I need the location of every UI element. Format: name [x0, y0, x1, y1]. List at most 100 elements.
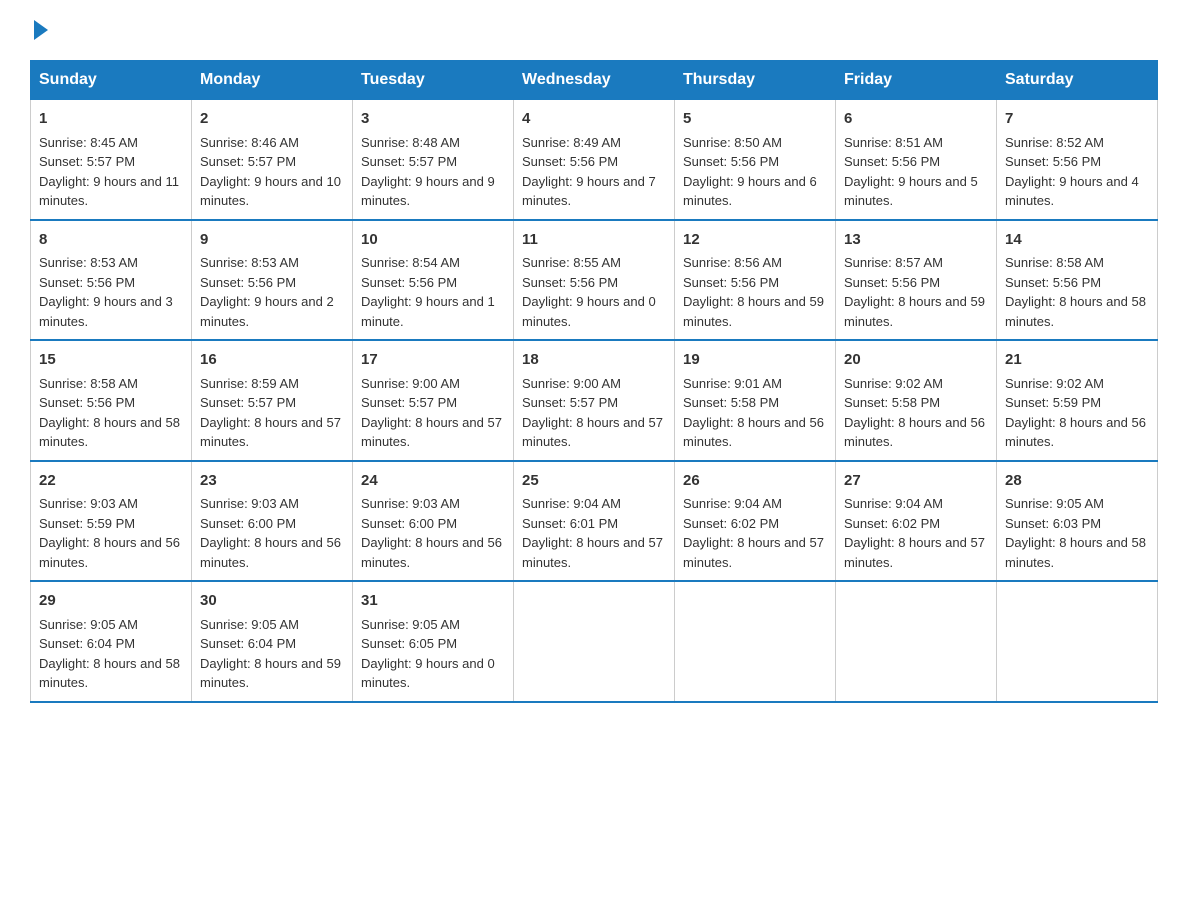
day-sunrise: Sunrise: 9:00 AM	[361, 376, 460, 391]
day-sunrise: Sunrise: 8:45 AM	[39, 135, 138, 150]
day-daylight: Daylight: 9 hours and 7 minutes.	[522, 174, 656, 209]
calendar-day-cell: 4Sunrise: 8:49 AMSunset: 5:56 PMDaylight…	[514, 100, 675, 220]
day-sunrise: Sunrise: 8:49 AM	[522, 135, 621, 150]
calendar-day-cell: 1Sunrise: 8:45 AMSunset: 5:57 PMDaylight…	[31, 100, 192, 220]
day-sunset: Sunset: 5:56 PM	[361, 275, 457, 290]
day-daylight: Daylight: 9 hours and 5 minutes.	[844, 174, 978, 209]
calendar-week-row: 29Sunrise: 9:05 AMSunset: 6:04 PMDayligh…	[31, 581, 1158, 702]
day-number: 16	[200, 349, 344, 372]
day-daylight: Daylight: 9 hours and 0 minutes.	[522, 294, 656, 329]
calendar-day-cell: 28 Sunrise: 9:05 AM Sunset: 6:03 PM Dayligh…	[997, 461, 1158, 582]
calendar-week-row: 22Sunrise: 9:03 AMSunset: 5:59 PMDayligh…	[31, 461, 1158, 582]
day-daylight: Daylight: 8 hours and 57 minutes.	[200, 415, 341, 450]
calendar-table: SundayMondayTuesdayWednesdayThursdayFrid…	[30, 60, 1158, 703]
day-sunset: Sunset: 5:56 PM	[39, 275, 135, 290]
calendar-day-cell	[514, 581, 675, 702]
day-number: 2	[200, 108, 344, 131]
day-sunrise: Sunrise: 9:05 AM	[361, 617, 460, 632]
day-sunrise: Sunrise: 8:58 AM	[39, 376, 138, 391]
day-number: 31	[361, 590, 505, 613]
day-sunrise: Sunrise: 8:57 AM	[844, 255, 943, 270]
day-sunrise: Sunrise: 9:04 AM	[844, 496, 943, 511]
day-sunrise: Sunrise: 8:48 AM	[361, 135, 460, 150]
calendar-day-cell: 18Sunrise: 9:00 AMSunset: 5:57 PMDayligh…	[514, 340, 675, 461]
calendar-day-header-tuesday: Tuesday	[353, 61, 514, 100]
day-daylight: Daylight: 9 hours and 9 minutes.	[361, 174, 495, 209]
day-sunrise: Sunrise: 8:55 AM	[522, 255, 621, 270]
day-daylight: Daylight: 9 hours and 0 minutes.	[361, 656, 495, 691]
calendar-day-cell: 31 Sunrise: 9:05 AM Sunset: 6:05 PM Dayligh…	[353, 581, 514, 702]
calendar-day-header-monday: Monday	[192, 61, 353, 100]
day-number: 18	[522, 349, 666, 372]
day-number: 25	[522, 470, 666, 493]
day-daylight: Daylight: 8 hours and 56 minutes.	[1005, 415, 1146, 450]
day-number: 21	[1005, 349, 1149, 372]
day-daylight: Daylight: 8 hours and 57 minutes.	[683, 535, 824, 570]
calendar-day-cell: 29Sunrise: 9:05 AMSunset: 6:04 PMDayligh…	[31, 581, 192, 702]
day-number: 12	[683, 229, 827, 252]
day-daylight: Daylight: 8 hours and 59 minutes.	[200, 656, 341, 691]
day-sunrise: Sunrise: 9:01 AM	[683, 376, 782, 391]
day-sunset: Sunset: 5:58 PM	[844, 395, 940, 410]
calendar-day-cell	[836, 581, 997, 702]
day-daylight: Daylight: 8 hours and 58 minutes.	[1005, 535, 1146, 570]
calendar-day-cell: 7Sunrise: 8:52 AMSunset: 5:56 PMDaylight…	[997, 100, 1158, 220]
day-sunset: Sunset: 6:05 PM	[361, 636, 457, 651]
day-sunrise: Sunrise: 8:54 AM	[361, 255, 460, 270]
calendar-day-header-thursday: Thursday	[675, 61, 836, 100]
day-daylight: Daylight: 9 hours and 1 minute.	[361, 294, 495, 329]
day-sunrise: Sunrise: 8:56 AM	[683, 255, 782, 270]
calendar-day-header-saturday: Saturday	[997, 61, 1158, 100]
day-number: 22	[39, 470, 183, 493]
day-daylight: Daylight: 8 hours and 59 minutes.	[844, 294, 985, 329]
day-sunset: Sunset: 6:00 PM	[200, 516, 296, 531]
day-number: 13	[844, 229, 988, 252]
day-sunset: Sunset: 5:56 PM	[1005, 275, 1101, 290]
calendar-day-cell	[675, 581, 836, 702]
day-number: 26	[683, 470, 827, 493]
day-daylight: Daylight: 9 hours and 3 minutes.	[39, 294, 173, 329]
day-sunset: Sunset: 5:57 PM	[39, 154, 135, 169]
calendar-day-cell: 27Sunrise: 9:04 AMSunset: 6:02 PMDayligh…	[836, 461, 997, 582]
logo	[30, 20, 48, 40]
page-header	[30, 20, 1158, 40]
calendar-day-cell: 20Sunrise: 9:02 AMSunset: 5:58 PMDayligh…	[836, 340, 997, 461]
day-sunset: Sunset: 5:56 PM	[844, 154, 940, 169]
day-sunset: Sunset: 5:57 PM	[361, 154, 457, 169]
day-daylight: Daylight: 8 hours and 56 minutes.	[361, 535, 502, 570]
day-number: 19	[683, 349, 827, 372]
day-daylight: Daylight: 8 hours and 56 minutes.	[844, 415, 985, 450]
day-number: 14	[1005, 229, 1149, 252]
day-number: 29	[39, 590, 183, 613]
calendar-header-row: SundayMondayTuesdayWednesdayThursdayFrid…	[31, 61, 1158, 100]
day-number: 17	[361, 349, 505, 372]
day-daylight: Daylight: 9 hours and 6 minutes.	[683, 174, 817, 209]
day-daylight: Daylight: 9 hours and 11 minutes.	[39, 174, 179, 209]
day-number: 30	[200, 590, 344, 613]
day-daylight: Daylight: 8 hours and 56 minutes.	[200, 535, 341, 570]
calendar-day-cell: 14Sunrise: 8:58 AMSunset: 5:56 PMDayligh…	[997, 220, 1158, 341]
day-sunset: Sunset: 5:57 PM	[200, 395, 296, 410]
day-number: 6	[844, 108, 988, 131]
day-daylight: Daylight: 9 hours and 2 minutes.	[200, 294, 334, 329]
day-sunrise: Sunrise: 9:03 AM	[361, 496, 460, 511]
calendar-day-cell: 23Sunrise: 9:03 AMSunset: 6:00 PMDayligh…	[192, 461, 353, 582]
day-sunset: Sunset: 5:57 PM	[361, 395, 457, 410]
day-number: 3	[361, 108, 505, 131]
day-number: 28	[1005, 470, 1149, 493]
day-sunset: Sunset: 6:03 PM	[1005, 516, 1101, 531]
calendar-day-cell: 12Sunrise: 8:56 AMSunset: 5:56 PMDayligh…	[675, 220, 836, 341]
day-daylight: Daylight: 8 hours and 58 minutes.	[39, 656, 180, 691]
calendar-week-row: 1Sunrise: 8:45 AMSunset: 5:57 PMDaylight…	[31, 100, 1158, 220]
day-sunrise: Sunrise: 9:03 AM	[200, 496, 299, 511]
calendar-day-cell: 25Sunrise: 9:04 AMSunset: 6:01 PMDayligh…	[514, 461, 675, 582]
day-daylight: Daylight: 8 hours and 57 minutes.	[844, 535, 985, 570]
calendar-day-cell: 22Sunrise: 9:03 AMSunset: 5:59 PMDayligh…	[31, 461, 192, 582]
day-sunrise: Sunrise: 9:05 AM	[1005, 496, 1104, 511]
day-sunrise: Sunrise: 8:58 AM	[1005, 255, 1104, 270]
day-sunrise: Sunrise: 9:04 AM	[683, 496, 782, 511]
day-daylight: Daylight: 8 hours and 59 minutes.	[683, 294, 824, 329]
calendar-day-cell: 30Sunrise: 9:05 AMSunset: 6:04 PMDayligh…	[192, 581, 353, 702]
day-number: 15	[39, 349, 183, 372]
day-daylight: Daylight: 8 hours and 56 minutes.	[683, 415, 824, 450]
